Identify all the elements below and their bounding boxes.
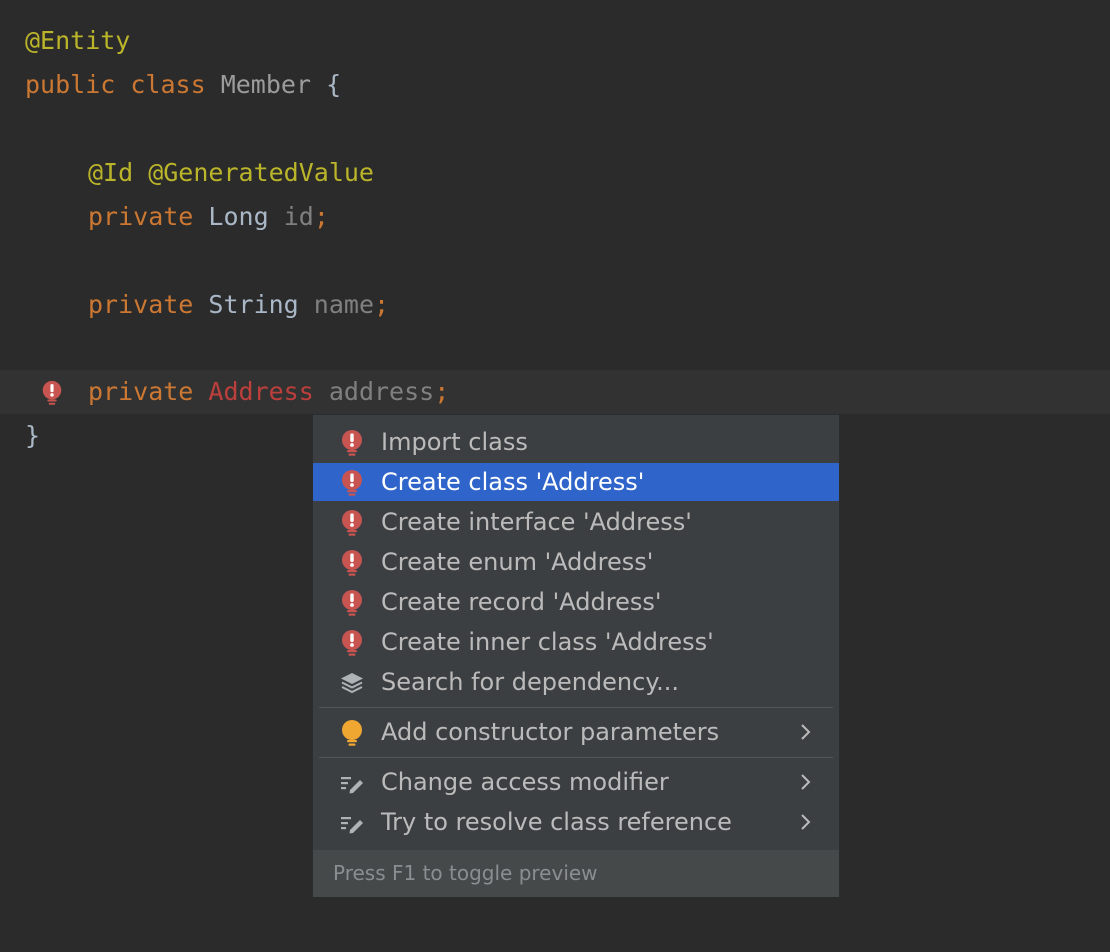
menu-item-search-dependency[interactable]: Search for dependency... — [313, 663, 839, 701]
footer-hint: Press F1 to toggle preview — [333, 861, 598, 885]
id-annotations: @Id @GeneratedValue — [88, 158, 374, 187]
error-bulb-icon[interactable] — [39, 378, 65, 408]
code-line[interactable]: private String name; — [0, 283, 1110, 327]
close-brace: } — [25, 421, 41, 450]
error-bulb-icon — [338, 469, 366, 497]
open-brace: { — [326, 70, 342, 99]
keyword-public: public — [25, 70, 116, 99]
intention-bulb-icon — [338, 719, 366, 747]
popup-footer: Press F1 to toggle preview — [313, 850, 839, 897]
edit-lines-icon — [338, 809, 366, 837]
code-line[interactable]: public class Member { — [0, 63, 1110, 107]
edit-lines-icon — [338, 769, 366, 797]
menu-separator — [319, 707, 833, 708]
menu-item-add-constructor-parameters[interactable]: Add constructor parameters — [313, 713, 839, 751]
unresolved-type-address: Address — [208, 377, 314, 406]
keyword-class: class — [130, 70, 206, 99]
keyword-private: private — [88, 290, 194, 319]
menu-item-create-interface[interactable]: Create interface 'Address' — [313, 503, 839, 541]
menu-item-label: Search for dependency... — [381, 668, 679, 696]
code-line[interactable]: @Entity — [0, 19, 1110, 63]
error-bulb-icon — [338, 629, 366, 657]
error-bulb-icon — [338, 429, 366, 457]
type-string: String — [208, 290, 299, 319]
class-name: Member — [220, 70, 312, 99]
error-bulb-icon — [338, 589, 366, 617]
field-name: name — [313, 290, 375, 319]
menu-item-try-resolve-class-reference[interactable]: Try to resolve class reference — [313, 803, 839, 841]
menu-item-create-record[interactable]: Create record 'Address' — [313, 583, 839, 621]
field-id: id — [283, 202, 314, 231]
menu-item-label: Change access modifier — [381, 768, 669, 796]
menu-item-import-class[interactable]: Import class — [313, 423, 839, 461]
layers-icon — [338, 669, 366, 697]
menu-item-label: Create enum 'Address' — [381, 548, 654, 576]
semicolon: ; — [434, 377, 450, 406]
semicolon: ; — [374, 290, 390, 319]
semicolon: ; — [313, 202, 329, 231]
menu-item-label: Try to resolve class reference — [381, 808, 732, 836]
menu-item-label: Create class 'Address' — [381, 468, 645, 496]
current-code-line[interactable]: private Address address; — [0, 370, 1110, 414]
menu-item-create-inner-class[interactable]: Create inner class 'Address' — [313, 623, 839, 661]
error-bulb-icon — [338, 549, 366, 577]
chevron-right-icon — [799, 763, 813, 801]
code-line[interactable]: @Id @GeneratedValue — [0, 151, 1110, 195]
menu-item-create-class[interactable]: Create class 'Address' — [313, 463, 839, 501]
menu-item-label: Create inner class 'Address' — [381, 628, 714, 656]
menu-separator — [319, 757, 833, 758]
error-bulb-icon — [338, 509, 366, 537]
field-address: address — [328, 377, 435, 406]
menu-item-change-access-modifier[interactable]: Change access modifier — [313, 763, 839, 801]
chevron-right-icon — [799, 803, 813, 841]
type-long: Long — [208, 202, 269, 231]
menu-item-label: Add constructor parameters — [381, 718, 720, 746]
menu-item-label: Create interface 'Address' — [381, 508, 692, 536]
code-line[interactable]: private Long id; — [0, 195, 1110, 239]
menu-item-label: Import class — [381, 428, 528, 456]
menu-item-create-enum[interactable]: Create enum 'Address' — [313, 543, 839, 581]
intention-actions-popup: Import class Create class 'Address' Crea… — [312, 414, 840, 898]
menu-item-label: Create record 'Address' — [381, 588, 662, 616]
keyword-private: private — [88, 202, 194, 231]
keyword-private: private — [88, 377, 194, 406]
chevron-right-icon — [799, 713, 813, 751]
entity-annotation: @Entity — [25, 26, 131, 55]
